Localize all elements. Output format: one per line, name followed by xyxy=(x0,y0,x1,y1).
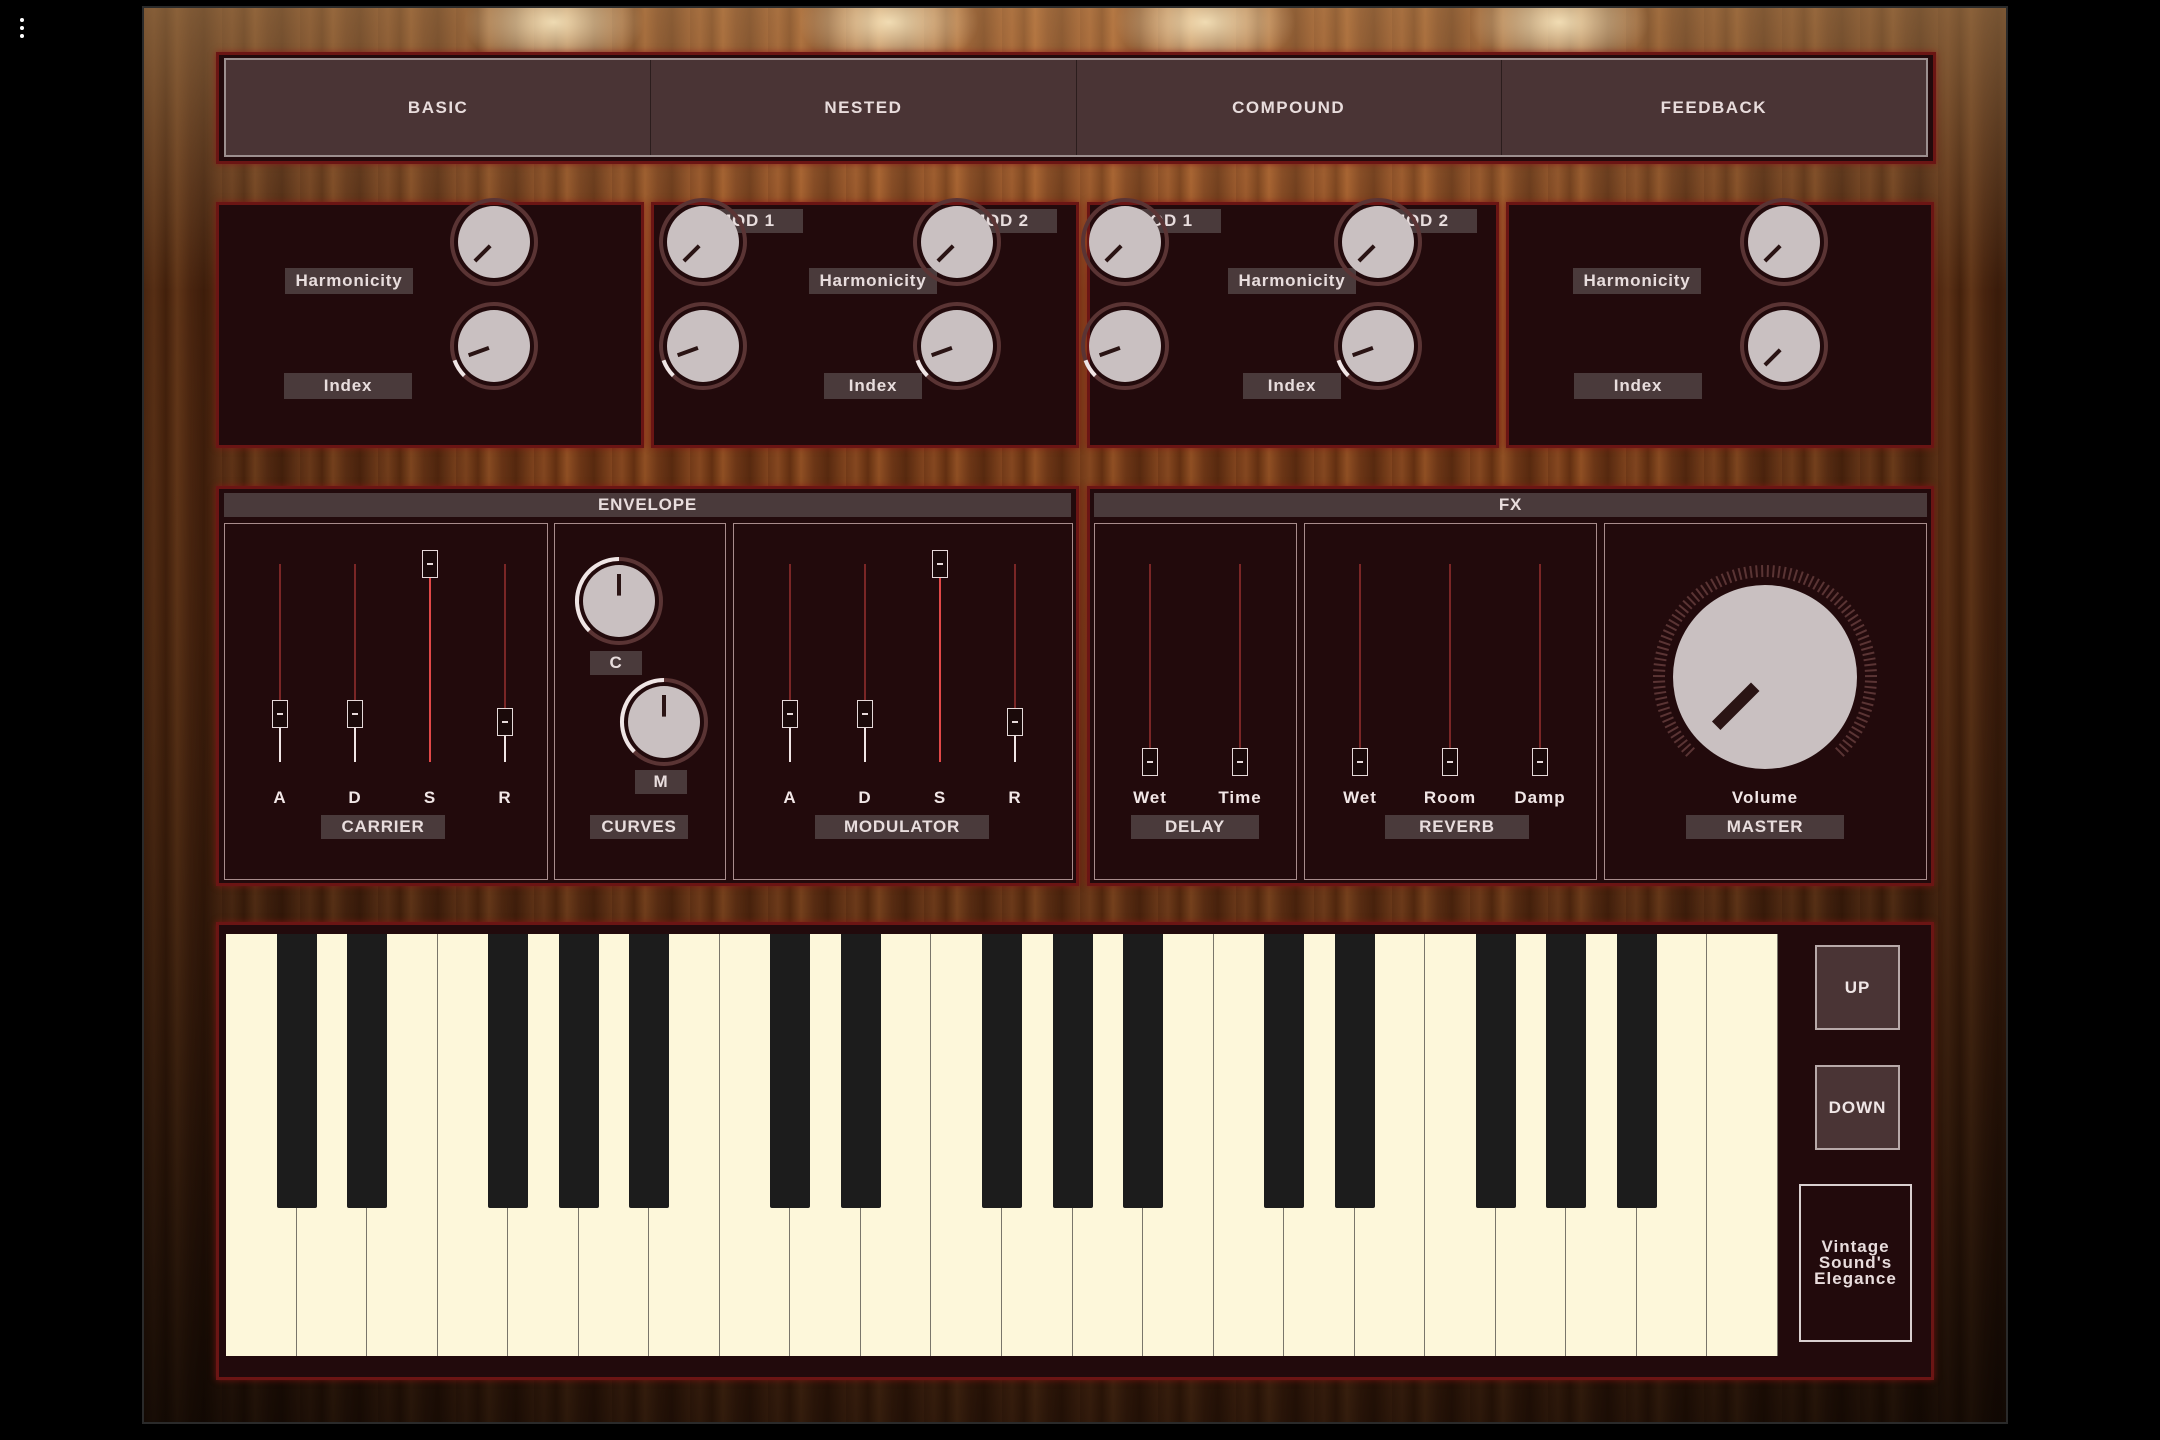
nested-mod1-harmonicity-knob[interactable] xyxy=(653,192,753,292)
modulator-a-label: A xyxy=(783,788,797,807)
curves-modulator-knob[interactable] xyxy=(614,672,714,772)
reverb-wet-slider-thumb[interactable] xyxy=(1352,748,1368,776)
delay-wet-slider-thumb[interactable] xyxy=(1142,748,1158,776)
basic-index-knob[interactable] xyxy=(444,296,544,396)
black-key-f-sharp2[interactable] xyxy=(982,934,1022,1208)
reverb-damp-slider[interactable] xyxy=(1532,564,1548,776)
reverb-damp-label: Damp xyxy=(1514,788,1566,807)
tab-compound[interactable]: COMPOUND xyxy=(1077,60,1502,155)
reverb-damp-slider-thumb[interactable] xyxy=(1532,748,1548,776)
black-key-g-sharp1[interactable] xyxy=(558,934,599,1208)
fx-title: FX xyxy=(1094,493,1927,517)
reverb-room-slider[interactable] xyxy=(1442,564,1458,776)
compound-mod2-harmonicity-knob[interactable] xyxy=(1328,192,1428,292)
master-title: MASTER xyxy=(1686,815,1844,839)
compound-mod2-index-knob[interactable] xyxy=(1328,296,1428,396)
delay-wet-slider[interactable] xyxy=(1142,564,1158,776)
reverb-wet-slider[interactable] xyxy=(1352,564,1368,776)
basic-panel xyxy=(216,202,644,448)
black-key-d-sharp2[interactable] xyxy=(840,934,881,1208)
modulator-s-slider[interactable] xyxy=(932,550,948,762)
black-key-a-sharp2[interactable] xyxy=(1123,934,1164,1208)
carrier-d-slider-thumb[interactable] xyxy=(347,700,363,729)
black-key-c-sharp3[interactable] xyxy=(1264,934,1305,1208)
compound-mod1-harmonicity-knob[interactable] xyxy=(1075,192,1175,292)
master-volume-knob[interactable] xyxy=(1651,563,1879,791)
delay-title: DELAY xyxy=(1131,815,1259,839)
black-key-a-sharp1[interactable] xyxy=(629,934,670,1208)
synth-type-tabs: BASIC NESTED COMPOUND FEEDBACK xyxy=(224,58,1928,157)
nested-mod2-index-knob[interactable] xyxy=(907,296,1007,396)
octave-down-button[interactable]: DOWN xyxy=(1815,1065,1900,1150)
basic-index-label: Index xyxy=(284,373,412,399)
curves-carrier-knob[interactable] xyxy=(569,551,669,651)
black-key-g-sharp3[interactable] xyxy=(1546,934,1587,1208)
reverb-room-slider-thumb[interactable] xyxy=(1442,748,1458,776)
modulator-a-slider[interactable] xyxy=(782,564,798,762)
modulator-r-slider[interactable] xyxy=(1007,564,1023,762)
carrier-s-slider-thumb[interactable] xyxy=(422,550,438,578)
piano-keyboard xyxy=(226,934,1778,1356)
reverb-room-label: Room xyxy=(1423,788,1477,807)
modulator-title: MODULATOR xyxy=(815,815,989,839)
carrier-s-slider[interactable] xyxy=(422,550,438,762)
black-key-d-sharp3[interactable] xyxy=(1334,934,1375,1208)
basic-harmonicity-label: Harmonicity xyxy=(285,268,413,294)
tab-basic[interactable]: BASIC xyxy=(226,60,652,155)
carrier-a-label: A xyxy=(273,788,287,807)
black-key-f-sharp1[interactable] xyxy=(488,934,529,1208)
carrier-d-slider[interactable] xyxy=(347,564,363,762)
modulator-r-label: R xyxy=(1008,788,1022,807)
brand-logo: Vintage Sound's Elegance xyxy=(1799,1184,1912,1342)
volume-label: Volume xyxy=(1731,788,1799,807)
modulator-s-slider-thumb[interactable] xyxy=(932,550,948,578)
modulator-d-label: D xyxy=(858,788,872,807)
modulator-d-slider[interactable] xyxy=(857,564,873,762)
modulator-d-slider-thumb[interactable] xyxy=(857,700,873,729)
black-key-g-sharp2[interactable] xyxy=(1052,934,1093,1208)
carrier-s-label: S xyxy=(423,788,437,807)
feedback-panel xyxy=(1506,202,1934,448)
curves-m-label: M xyxy=(635,770,687,794)
modulator-s-label: S xyxy=(933,788,947,807)
envelope-title: ENVELOPE xyxy=(224,493,1071,517)
nested-mod2-harmonicity-knob[interactable] xyxy=(907,192,1007,292)
black-key-d-sharp1[interactable] xyxy=(347,934,388,1208)
feedback-harmonicity-label: Harmonicity xyxy=(1573,268,1701,294)
tab-feedback[interactable]: FEEDBACK xyxy=(1502,60,1926,155)
reverb-wet-label: Wet xyxy=(1343,788,1377,807)
delay-time-slider[interactable] xyxy=(1232,564,1248,776)
octave-up-button[interactable]: UP xyxy=(1815,945,1900,1030)
carrier-a-slider-thumb[interactable] xyxy=(272,700,288,729)
carrier-r-label: R xyxy=(498,788,512,807)
carrier-title: CARRIER xyxy=(321,815,445,839)
black-key-c-sharp1[interactable] xyxy=(276,934,317,1208)
curves-title: CURVES xyxy=(590,815,688,839)
carrier-r-slider-thumb[interactable] xyxy=(497,708,513,737)
tab-nested[interactable]: NESTED xyxy=(651,60,1077,155)
nested-mod1-index-knob[interactable] xyxy=(653,296,753,396)
feedback-harmonicity-knob[interactable] xyxy=(1734,192,1834,292)
black-key-a-sharp3[interactable] xyxy=(1616,934,1657,1208)
basic-harmonicity-knob[interactable] xyxy=(444,192,544,292)
compound-index-label: Index xyxy=(1243,373,1341,399)
modulator-a-slider-thumb[interactable] xyxy=(782,700,798,729)
black-key-f-sharp3[interactable] xyxy=(1475,934,1516,1208)
delay-wet-label: Wet xyxy=(1133,788,1167,807)
reverb-title: REVERB xyxy=(1385,815,1529,839)
carrier-d-label: D xyxy=(348,788,362,807)
delay-time-slider-thumb[interactable] xyxy=(1232,748,1248,776)
feedback-index-label: Index xyxy=(1574,373,1702,399)
black-key-c-sharp2[interactable] xyxy=(770,934,811,1208)
delay-time-label: Time xyxy=(1218,788,1262,807)
feedback-index-knob[interactable] xyxy=(1734,296,1834,396)
menu-icon[interactable] xyxy=(18,18,26,38)
carrier-a-slider[interactable] xyxy=(272,564,288,762)
compound-mod1-index-knob[interactable] xyxy=(1075,296,1175,396)
modulator-r-slider-thumb[interactable] xyxy=(1007,708,1023,737)
white-key-c4[interactable] xyxy=(1707,934,1778,1356)
brand-line-3: Elegance xyxy=(1814,1269,1897,1288)
carrier-r-slider[interactable] xyxy=(497,564,513,762)
